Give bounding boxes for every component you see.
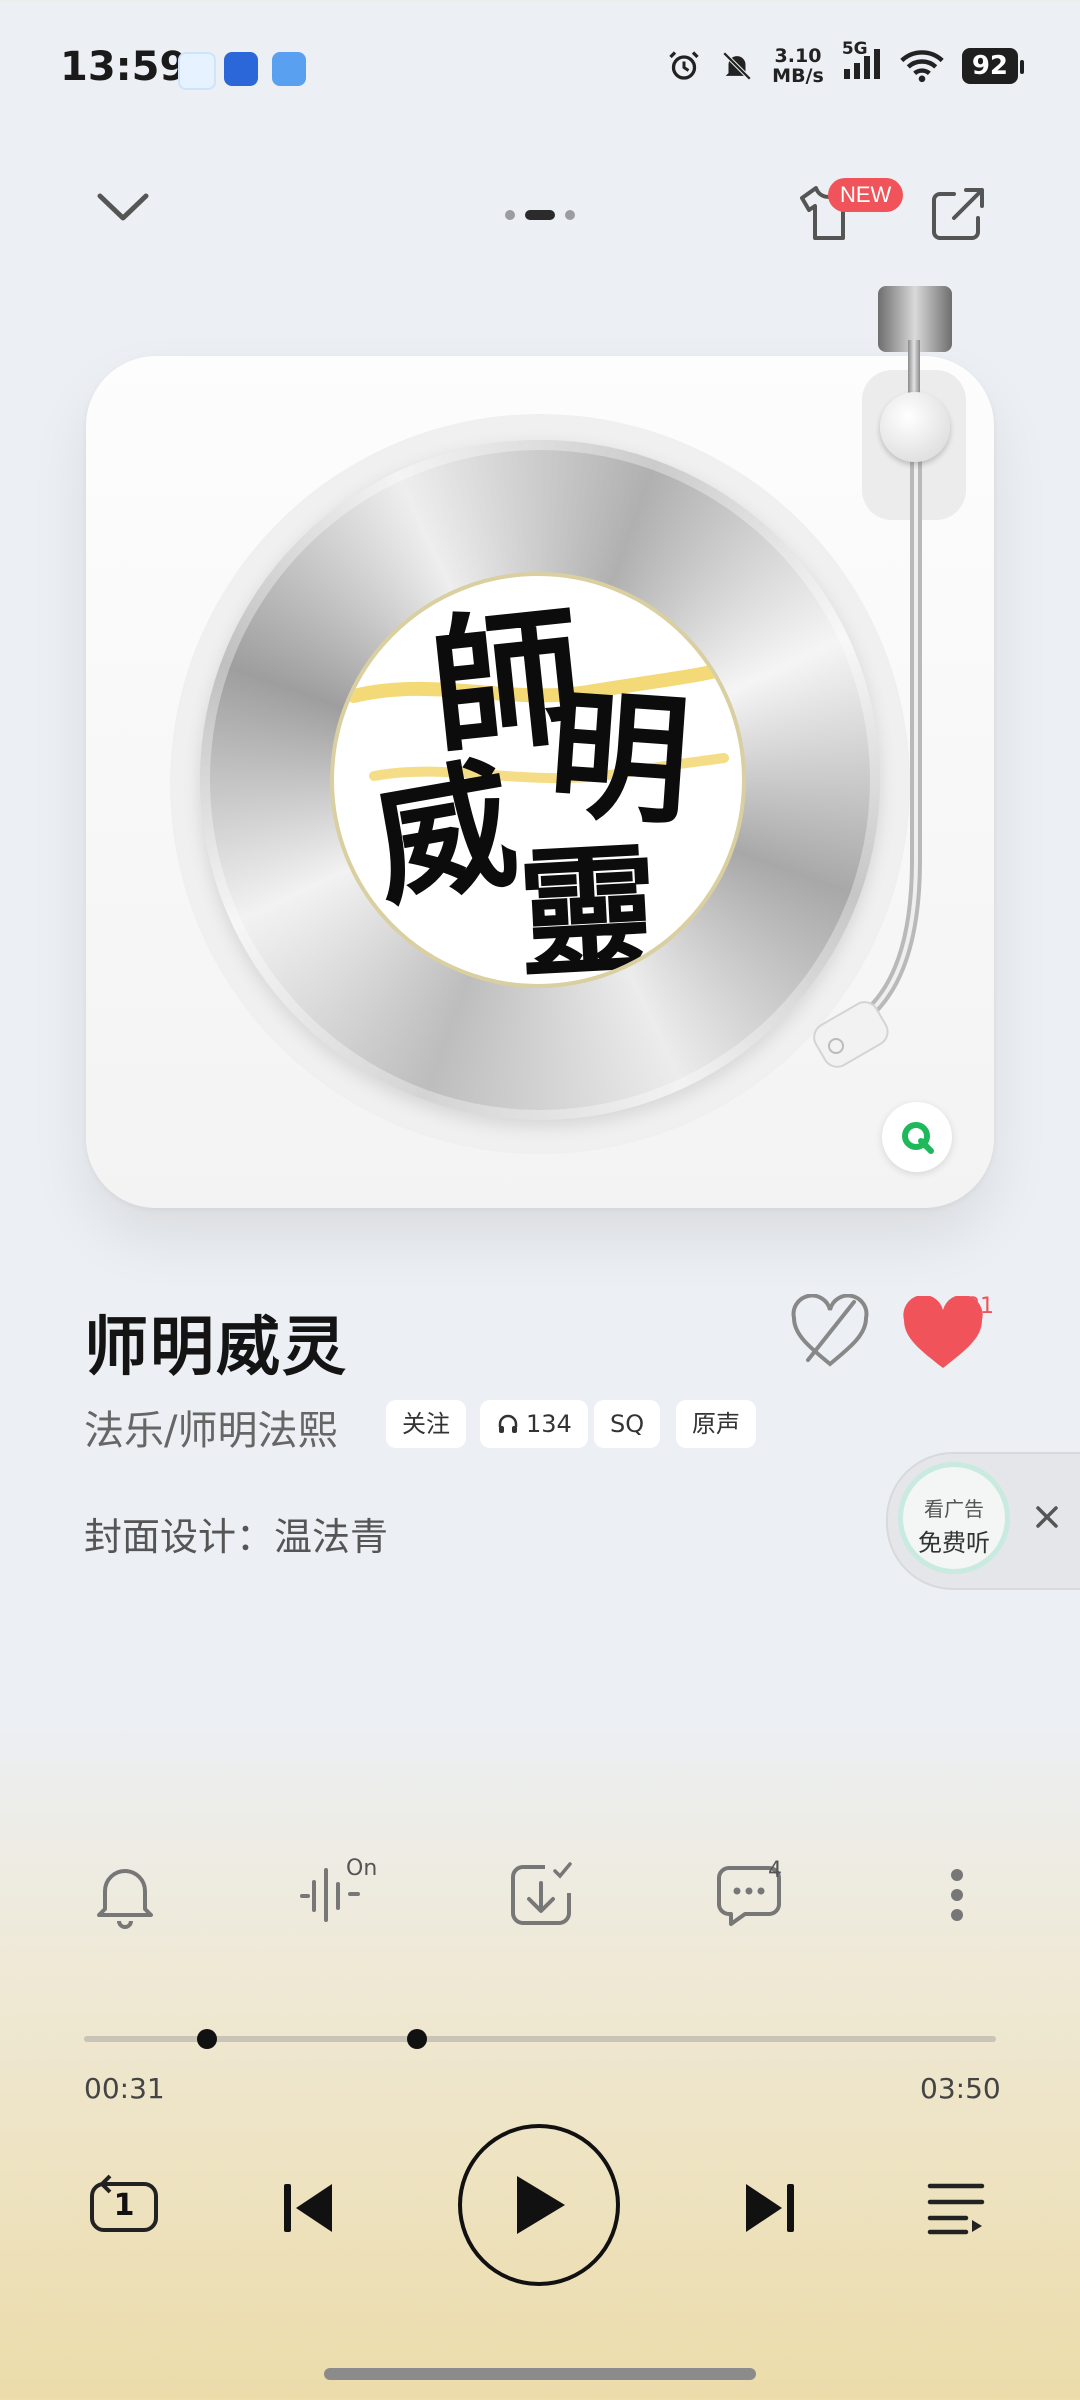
chevron-down-icon [97, 193, 149, 221]
brand-logo [882, 1102, 952, 1172]
comment-count: 4 [768, 1858, 782, 1883]
download-icon [511, 1862, 572, 1925]
network-type: 5G [841, 39, 868, 59]
brand-q-icon [902, 1122, 934, 1154]
new-badge: NEW [828, 178, 904, 212]
progress-thumb[interactable] [197, 2029, 218, 2049]
more-vertical-icon [951, 1869, 963, 1921]
playlist-icon [927, 2183, 985, 2235]
progress-bar[interactable] [84, 2029, 996, 2049]
broken-heart-icon [791, 1293, 869, 1367]
ad-line2: 免费听 [918, 1529, 990, 1557]
original-chip[interactable]: 原声 [676, 1400, 756, 1448]
status-icons: 3.10 MB/s 5G 92 [666, 39, 1025, 86]
bell-icon [97, 1869, 153, 1929]
share-button[interactable] [926, 182, 990, 250]
tonearm[interactable] [800, 420, 940, 1080]
mute-bell-icon [722, 51, 752, 81]
album-art-char: 靈 [514, 827, 663, 988]
album-art[interactable]: 師 明 威 靈 [330, 572, 746, 988]
like-count: 31 [966, 1294, 994, 1319]
page-dot-active [525, 210, 555, 220]
quality-chip[interactable]: SQ [594, 1400, 661, 1448]
progress-marker[interactable] [406, 2029, 427, 2049]
download-button[interactable] [496, 1850, 586, 1940]
net-speed-value: 3.10 [774, 45, 822, 67]
net-speed-unit: MB/s [772, 65, 824, 87]
battery-indicator: 92 [961, 48, 1025, 84]
ad-close-button[interactable] [1030, 1500, 1064, 1538]
network-speed: 3.10 MB/s [772, 46, 824, 86]
signal-indicator: 5G [842, 39, 882, 85]
song-title: 师明威灵 [84, 1311, 348, 1385]
app-notification-icon [272, 52, 306, 86]
sound-effect-state: On [346, 1856, 378, 1881]
headphones-icon [498, 1414, 518, 1433]
repeat-one-button[interactable]: 1 [86, 2174, 162, 2244]
previous-button[interactable] [280, 2178, 336, 2242]
collapse-button[interactable] [94, 186, 152, 230]
alarm-icon [669, 51, 699, 80]
ad-line1: 看广告 [924, 1497, 984, 1521]
close-icon [1036, 1506, 1058, 1528]
listen-count-chip[interactable]: 134 [480, 1400, 588, 1448]
tonearm-pivot [880, 392, 950, 462]
ringtone-button[interactable] [80, 1850, 170, 1940]
page-indicator [505, 210, 575, 220]
listen-count: 134 [526, 1410, 572, 1438]
page-dot [505, 210, 515, 220]
home-indicator[interactable] [324, 2368, 756, 2380]
tonearm-post [908, 340, 920, 400]
dislike-button[interactable] [788, 1293, 872, 1374]
current-time: 00:31 [84, 2072, 165, 2105]
play-button[interactable] [458, 2124, 620, 2286]
app-notification-icon [224, 52, 258, 86]
share-icon [932, 188, 984, 240]
playlist-button[interactable] [926, 2180, 986, 2240]
total-time: 03:50 [920, 2072, 1001, 2105]
play-icon [517, 2176, 565, 2234]
skip-next-icon [746, 2184, 794, 2232]
progress-played [84, 2036, 208, 2042]
artist-name[interactable]: 法乐/师明法熙 [84, 1398, 337, 1456]
follow-chip[interactable]: 关注 [386, 1400, 466, 1448]
app-notification-icon [178, 52, 216, 90]
more-options-button[interactable] [912, 1850, 1002, 1940]
watch-ad-button[interactable]: 看广告 免费听 [898, 1462, 1010, 1574]
skip-previous-icon [284, 2184, 332, 2232]
wifi-icon [900, 50, 944, 83]
next-button[interactable] [742, 2178, 798, 2242]
status-time: 13:59 [60, 44, 188, 90]
cover-design-credit: 封面设计：温法青 [84, 1515, 389, 1559]
repeat-mode: 1 [113, 2188, 135, 2223]
page-dot [565, 210, 575, 220]
